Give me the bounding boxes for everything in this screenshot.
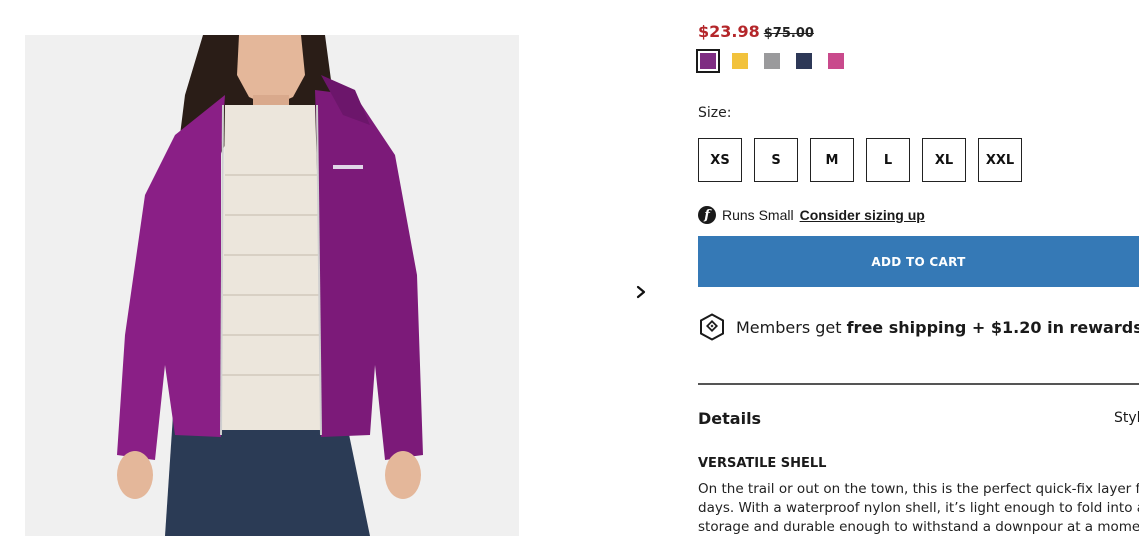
- fit-predictor-icon: f: [698, 206, 716, 224]
- size-option-m[interactable]: M: [810, 138, 854, 182]
- jacket-logo: [333, 165, 363, 169]
- rewards-badge-icon: [700, 313, 724, 341]
- price: $23.98 $75.00: [698, 22, 814, 41]
- sale-price: $23.98: [698, 22, 760, 41]
- consider-sizing-up-link[interactable]: Consider sizing up: [800, 207, 925, 223]
- style-tab[interactable]: Style: [1114, 410, 1139, 426]
- size-option-xl[interactable]: XL: [922, 138, 966, 182]
- size-label: Size:: [698, 105, 732, 121]
- gallery-next-button[interactable]: [630, 281, 652, 303]
- color-swatch-pink[interactable]: [824, 49, 848, 73]
- size-option-s[interactable]: S: [754, 138, 798, 182]
- details-tab[interactable]: Details: [698, 409, 761, 428]
- model-inner-layer: [220, 105, 325, 430]
- description-line: storage and durable enough to withstand …: [698, 519, 1139, 535]
- product-description: On the trail or out on the town, this is…: [698, 480, 1139, 537]
- fit-text: Runs Small: [722, 207, 794, 223]
- model-right-hand: [385, 451, 421, 499]
- description-line: On the trail or out on the town, this is…: [698, 481, 1139, 497]
- section-divider: [698, 383, 1139, 385]
- size-option-xxl[interactable]: XXL: [978, 138, 1022, 182]
- description-line: days. With a waterproof nylon shell, it’…: [698, 500, 1139, 516]
- color-swatch-gray[interactable]: [760, 49, 784, 73]
- color-swatch-navy[interactable]: [792, 49, 816, 73]
- members-rewards-banner: Members get free shipping + $1.20 in rew…: [698, 313, 1139, 341]
- members-benefit: free shipping + $1.20 in rewards: [846, 317, 1139, 337]
- feature-heading: VERSATILE SHELL: [698, 456, 827, 471]
- product-image[interactable]: [25, 35, 519, 536]
- fit-info: f Runs Small Consider sizing up: [698, 206, 925, 224]
- model-left-hand: [117, 451, 153, 499]
- product-photo-illustration: [25, 35, 519, 536]
- color-swatch-purple[interactable]: [696, 49, 720, 73]
- members-text: Members get: [736, 317, 847, 337]
- chevron-right-icon: [636, 285, 646, 299]
- color-swatch-yellow[interactable]: [728, 49, 752, 73]
- size-options: XS S M L XL XXL: [698, 138, 1022, 182]
- add-to-cart-button[interactable]: ADD TO CART: [698, 236, 1139, 287]
- original-price: $75.00: [763, 26, 814, 41]
- size-option-xs[interactable]: XS: [698, 138, 742, 182]
- color-swatches: [696, 49, 848, 73]
- size-option-l[interactable]: L: [866, 138, 910, 182]
